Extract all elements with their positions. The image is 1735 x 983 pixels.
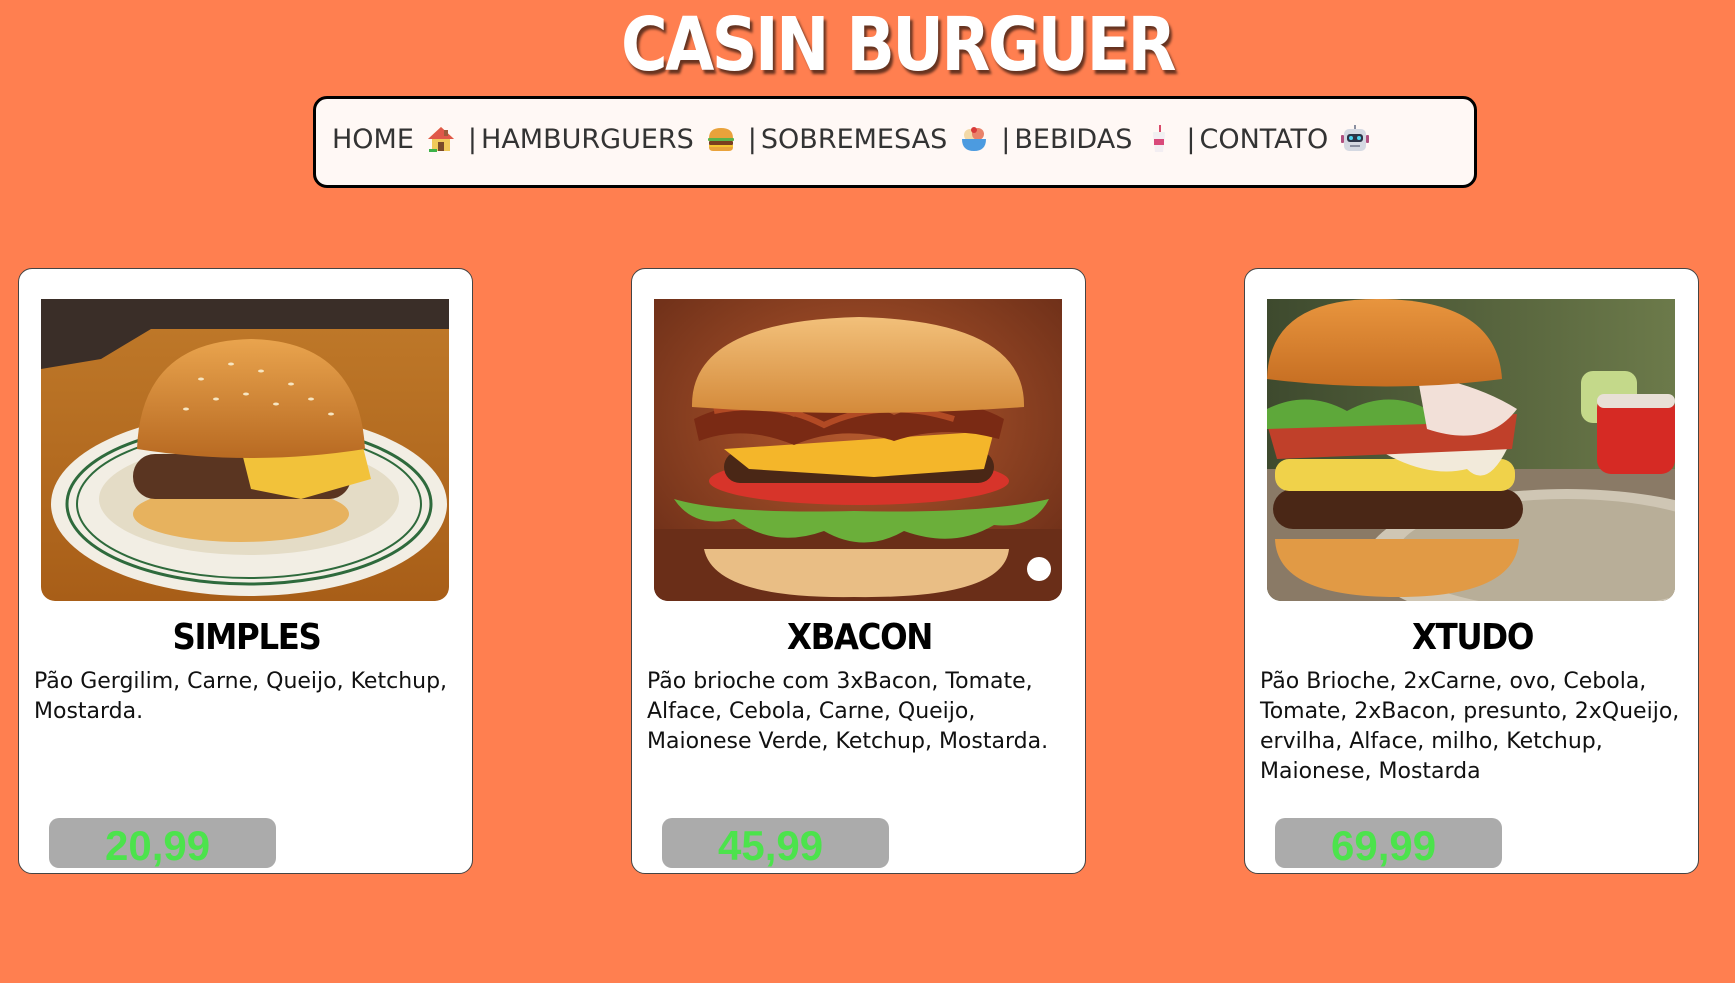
product-photo-xbacon: [654, 299, 1062, 601]
nav-item-hamburgers-label: HAMBURGUERS: [481, 123, 694, 155]
nav-item-contato-label: CONTATO: [1199, 123, 1329, 155]
burger-icon: [706, 124, 736, 154]
product-card-xbacon: XBACON Pão brioche com 3xBacon, Tomate, …: [631, 268, 1086, 874]
nav-item-sobremesas[interactable]: SOBREMESAS: [761, 124, 993, 155]
nav-item-contato[interactable]: CONTATO: [1199, 124, 1374, 155]
price-tag[interactable]: 45,99: [662, 818, 889, 868]
product-photo-simples: [41, 299, 449, 601]
house-icon: [426, 124, 456, 154]
nav-item-bebidas[interactable]: BEBIDAS: [1014, 124, 1178, 155]
price-tag[interactable]: 20,99: [49, 818, 276, 868]
price-label: 45,99: [718, 822, 824, 868]
robot-icon: [1340, 124, 1370, 154]
drink-cup-icon: [1144, 124, 1174, 154]
nav-item-sobremesas-label: SOBREMESAS: [760, 123, 948, 155]
product-description: Pão Gergilim, Carne, Queijo, Ketchup, Mo…: [34, 669, 448, 724]
main-nav: HOME | HAMBURGUERS | SOBREMESAS | BEBIDA…: [313, 96, 1477, 188]
nav-separator: |: [1186, 123, 1196, 155]
nav-item-home[interactable]: HOME: [332, 124, 460, 155]
nav-item-home-label: HOME: [332, 123, 414, 155]
product-name: XBACON: [786, 617, 933, 658]
product-card-simples: SIMPLES Pão Gergilim, Carne, Queijo, Ket…: [18, 268, 473, 874]
product-description: Pão Brioche, 2xCarne, ovo, Cebola, Tomat…: [1260, 669, 1680, 784]
price-tag[interactable]: 69,99: [1275, 818, 1502, 868]
nav-item-bebidas-label: BEBIDAS: [1014, 123, 1133, 155]
price-label: 69,99: [1331, 822, 1437, 868]
dessert-bowl-icon: [959, 124, 989, 154]
price-label: 20,99: [105, 822, 211, 868]
nav-separator: |: [747, 123, 757, 155]
product-description: Pão brioche com 3xBacon, Tomate, Alface,…: [647, 669, 1049, 754]
product-name: XTUDO: [1411, 617, 1534, 658]
product-photo-xtudo: [1267, 299, 1675, 601]
nav-separator: |: [467, 123, 478, 155]
site-title: CASIN BURGUER: [620, 2, 1177, 88]
nav-separator: |: [1001, 123, 1011, 155]
product-card-xtudo: XTUDO Pão Brioche, 2xCarne, ovo, Cebola,…: [1244, 268, 1699, 874]
nav-item-hamburgers[interactable]: HAMBURGUERS: [481, 124, 740, 155]
product-name: SIMPLES: [172, 617, 321, 658]
